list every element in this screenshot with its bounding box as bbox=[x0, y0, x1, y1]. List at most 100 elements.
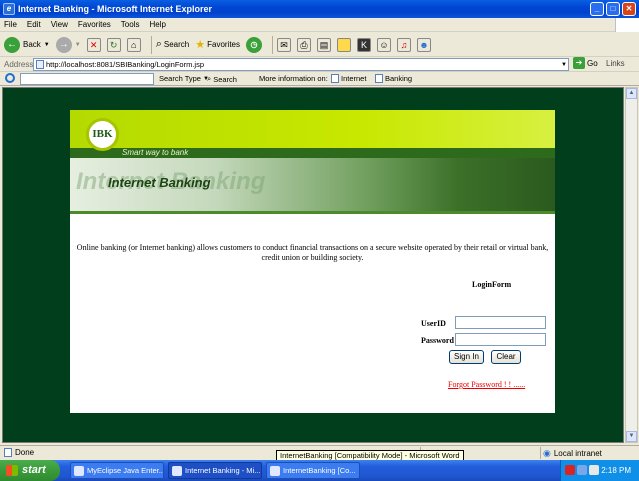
favorites-button[interactable]: ★ Favorites bbox=[195, 35, 240, 55]
star-icon: ★ bbox=[195, 39, 206, 51]
menu-help[interactable]: Help bbox=[149, 20, 165, 29]
search-toolbar: Search Type ▼ ⌕ Search More information … bbox=[0, 72, 639, 86]
menu-view[interactable]: View bbox=[51, 20, 68, 29]
network-icon[interactable] bbox=[577, 465, 587, 475]
task-myeclipse[interactable]: MyEclipse Java Enter... bbox=[70, 462, 164, 479]
discuss-button[interactable] bbox=[337, 35, 352, 55]
description-text: Online banking (or Internet banking) all… bbox=[76, 243, 549, 262]
scroll-up-icon[interactable]: ▲ bbox=[626, 88, 637, 99]
task-label: Internet Banking - Mi... bbox=[185, 466, 261, 475]
back-button[interactable]: ← Back ▼ bbox=[4, 35, 50, 55]
maximize-button[interactable]: □ bbox=[606, 2, 620, 16]
ie-icon bbox=[172, 466, 182, 476]
forward-button[interactable]: → ▼ bbox=[55, 35, 81, 55]
mail-button[interactable]: ✉ bbox=[277, 35, 292, 55]
edit-icon: ▤ bbox=[317, 37, 332, 52]
password-label: Password bbox=[421, 336, 454, 345]
menu-favorites[interactable]: Favorites bbox=[78, 20, 111, 29]
address-input[interactable]: http://localhost:8081/SBIBanking/LoginFo… bbox=[33, 58, 569, 71]
edit-button[interactable]: ▤ bbox=[317, 35, 332, 55]
clear-button[interactable]: Clear bbox=[491, 350, 521, 364]
system-tray: 2:18 PM bbox=[560, 460, 639, 481]
scroll-down-icon[interactable]: ▼ bbox=[626, 431, 637, 442]
sign-in-button[interactable]: Sign In bbox=[449, 350, 484, 364]
toolbar-search-button[interactable]: ⌕ Search bbox=[207, 74, 237, 84]
document-icon bbox=[375, 74, 383, 83]
userid-input[interactable] bbox=[455, 316, 546, 329]
back-arrow-icon: ← bbox=[4, 36, 20, 53]
page-done-icon bbox=[4, 448, 12, 457]
task-word-document[interactable]: InternetBanking [Co... bbox=[266, 462, 360, 479]
forward-arrow-icon: → bbox=[55, 36, 72, 53]
antivirus-icon[interactable] bbox=[565, 465, 575, 475]
close-button[interactable]: ✕ bbox=[622, 2, 636, 16]
menu-file[interactable]: File bbox=[4, 20, 17, 29]
research-button[interactable]: K bbox=[357, 35, 372, 55]
refresh-icon: ↻ bbox=[106, 37, 121, 52]
chevron-down-icon[interactable]: ▼ bbox=[561, 60, 567, 71]
userid-label: UserID bbox=[421, 319, 446, 328]
stop-button[interactable]: ✕ bbox=[86, 35, 101, 55]
menu-tools[interactable]: Tools bbox=[121, 20, 140, 29]
windows-logo-icon bbox=[615, 18, 639, 32]
chevron-down-icon[interactable]: ▼ bbox=[44, 42, 50, 48]
print-button[interactable]: ⎙ bbox=[297, 35, 312, 55]
login-card: Smart way to bank IBK Internet Banking I… bbox=[70, 110, 555, 413]
toolbar-search-label: Search bbox=[213, 74, 237, 84]
links-button[interactable]: Links bbox=[606, 59, 625, 68]
media-button[interactable]: ♫ bbox=[397, 35, 412, 55]
link-banking[interactable]: Banking bbox=[375, 74, 412, 83]
people-icon: ☻ bbox=[417, 37, 432, 52]
messenger-button[interactable]: ☺ bbox=[377, 35, 392, 55]
history-icon: ◷ bbox=[246, 36, 263, 53]
people-button[interactable]: ☻ bbox=[417, 35, 432, 55]
volume-icon[interactable] bbox=[589, 465, 599, 475]
toolbar-search-input[interactable] bbox=[20, 73, 154, 85]
chevron-down-icon[interactable]: ▼ bbox=[75, 42, 81, 48]
home-button[interactable]: ⌂ bbox=[126, 35, 141, 55]
security-zone: ◉ Local intranet bbox=[543, 448, 602, 459]
eclipse-icon bbox=[74, 466, 84, 476]
task-label: InternetBanking [Co... bbox=[283, 466, 356, 475]
search-label: Search bbox=[163, 40, 190, 49]
menu-edit[interactable]: Edit bbox=[27, 20, 41, 29]
address-url: http://localhost:8081/SBIBanking/LoginFo… bbox=[46, 60, 205, 69]
menu-bar: File Edit View Favorites Tools Help bbox=[0, 18, 639, 32]
history-button[interactable]: ◷ bbox=[246, 35, 263, 55]
link-banking-label: Banking bbox=[385, 74, 413, 83]
password-input[interactable] bbox=[455, 333, 546, 346]
more-info-label: More information on: bbox=[259, 74, 328, 83]
banner-title: Internet Banking bbox=[108, 175, 211, 190]
print-icon: ⎙ bbox=[297, 37, 312, 52]
go-label: Go bbox=[587, 58, 598, 68]
ie-search-icon bbox=[5, 73, 15, 83]
task-internet-banking[interactable]: Internet Banking - Mi... bbox=[168, 462, 262, 479]
back-label: Back bbox=[23, 40, 41, 49]
toolbar: ← Back ▼ → ▼ ✕ ↻ ⌂ ⌕ Search ★ Favorites … bbox=[0, 33, 639, 57]
taskbar: start MyEclipse Java Enter... Internet B… bbox=[0, 460, 639, 481]
stop-icon: ✕ bbox=[86, 37, 101, 52]
link-internet[interactable]: Internet bbox=[331, 74, 366, 83]
search-button[interactable]: ⌕ Search bbox=[156, 35, 190, 55]
window-title-bar[interactable]: e Internet Banking - Microsoft Internet … bbox=[0, 0, 639, 18]
start-label: start bbox=[22, 464, 46, 476]
vertical-scrollbar[interactable]: ▲ ▼ bbox=[625, 87, 638, 443]
favorites-label: Favorites bbox=[207, 40, 241, 49]
page-viewport: Smart way to bank IBK Internet Banking I… bbox=[2, 87, 624, 443]
banner-stripe bbox=[70, 211, 555, 214]
refresh-button[interactable]: ↻ bbox=[106, 35, 121, 55]
forgot-password-link[interactable]: Forgot Password ! ! ...... bbox=[448, 380, 525, 389]
minimize-button[interactable]: _ bbox=[590, 2, 604, 16]
windows-flag-icon bbox=[6, 465, 18, 476]
folder-icon bbox=[337, 37, 352, 52]
header-band bbox=[70, 110, 555, 148]
toolbar-separator bbox=[150, 35, 152, 54]
go-button[interactable]: ➔ Go bbox=[573, 57, 598, 69]
search-type-dropdown[interactable]: Search Type ▼ bbox=[159, 74, 209, 83]
toolbar-separator bbox=[272, 35, 274, 54]
start-button[interactable]: start bbox=[0, 460, 60, 481]
link-internet-label: Internet bbox=[341, 74, 367, 83]
clock: 2:18 PM bbox=[601, 466, 631, 475]
mail-icon: ✉ bbox=[277, 37, 292, 52]
go-arrow-icon: ➔ bbox=[573, 57, 585, 69]
